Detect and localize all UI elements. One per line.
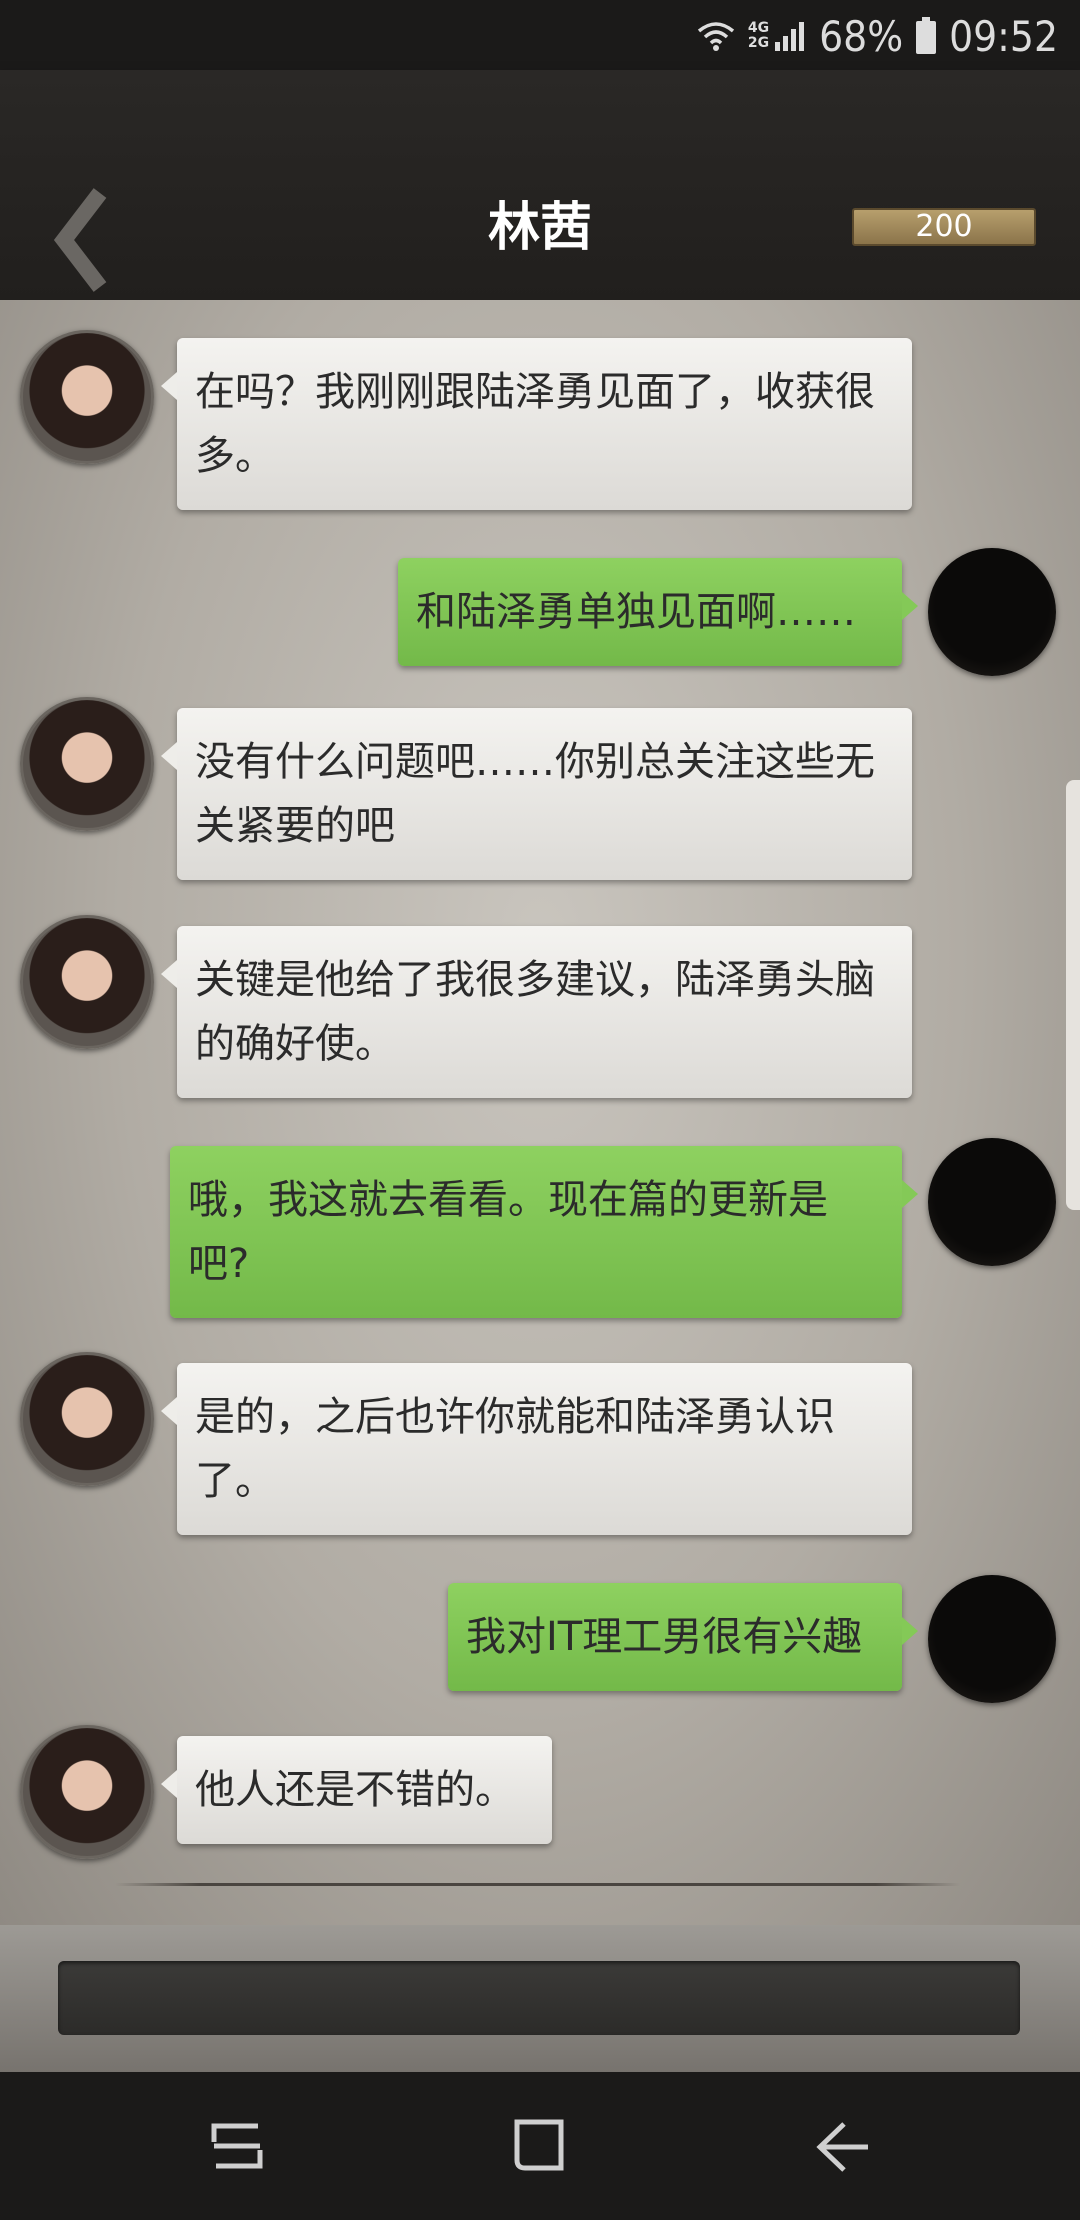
wifi-icon <box>697 22 735 51</box>
user-avatar[interactable] <box>928 1138 1056 1266</box>
recent-apps-button[interactable] <box>202 2112 272 2182</box>
scroll-indicator[interactable] <box>1066 780 1080 1210</box>
message-bubble-outgoing: 和陆泽勇单独见面啊…… <box>398 558 918 666</box>
input-bar <box>0 1925 1080 2072</box>
recent-apps-icon <box>211 2123 263 2169</box>
message-bubble-incoming: 在吗？我刚刚跟陆泽勇见面了，收获很多。 <box>161 338 912 510</box>
contact-avatar[interactable] <box>20 697 154 831</box>
contact-avatar[interactable] <box>20 915 154 1049</box>
contact-avatar[interactable] <box>20 1352 154 1486</box>
coin-balance: 200 <box>852 208 1036 246</box>
signal-icon <box>775 22 805 51</box>
user-avatar[interactable] <box>928 548 1056 676</box>
network-type-bottom: 2G <box>747 35 770 51</box>
battery-icon <box>916 17 937 54</box>
message-bubble-incoming: 没有什么问题吧……你别总关注这些无关紧要的吧 <box>161 708 912 880</box>
divider <box>115 1883 960 1886</box>
message-bubble-incoming: 他人还是不错的。 <box>161 1736 552 1844</box>
chat-header: 林茜 200 <box>0 70 1080 300</box>
chat-area[interactable]: 在吗？我刚刚跟陆泽勇见面了，收获很多。 和陆泽勇单独见面啊…… 没有什么问题吧…… <box>0 300 1080 1925</box>
message-bubble-outgoing: 我对IT理工男很有兴趣 <box>448 1583 918 1691</box>
system-nav-bar <box>0 2072 1080 2220</box>
clock: 09:52 <box>949 11 1058 61</box>
back-arrow-icon <box>816 2122 868 2172</box>
nav-back-button[interactable] <box>808 2112 878 2182</box>
status-bar: 4G 2G 68% 09:52 <box>0 0 1080 70</box>
contact-avatar[interactable] <box>20 1725 154 1859</box>
message-bubble-incoming: 关键是他给了我很多建议，陆泽勇头脑的确好使。 <box>161 926 912 1098</box>
user-avatar[interactable] <box>928 1575 1056 1703</box>
home-button[interactable] <box>505 2112 575 2182</box>
contact-avatar[interactable] <box>20 330 154 464</box>
message-input[interactable] <box>58 1961 1020 2035</box>
network-type-top: 4G <box>747 20 770 36</box>
battery-percent: 68% <box>819 11 904 61</box>
home-icon <box>514 2119 564 2171</box>
message-bubble-incoming: 是的，之后也许你就能和陆泽勇认识了。 <box>161 1363 912 1535</box>
message-bubble-outgoing: 哦，我这就去看看。现在篇的更新是吧? <box>170 1146 918 1318</box>
